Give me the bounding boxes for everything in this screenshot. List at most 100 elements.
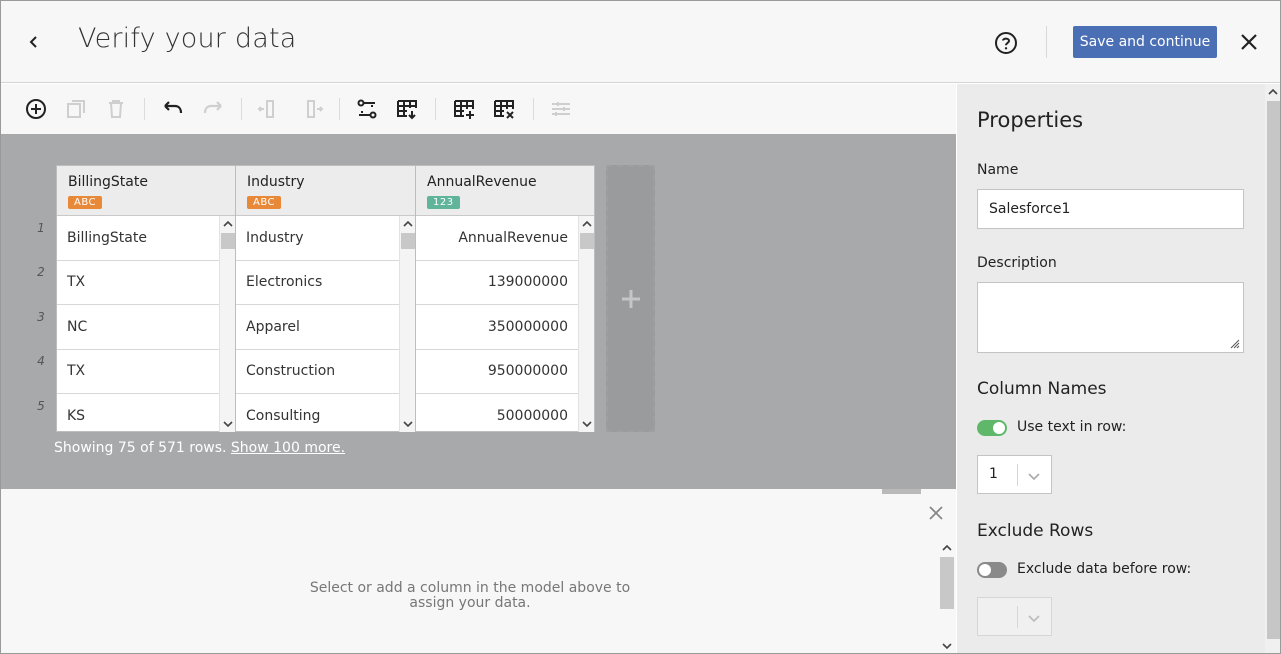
type-badge: ABC <box>247 196 282 209</box>
chevron-down-icon <box>1028 473 1040 481</box>
save-and-continue-button[interactable]: Save and continue <box>1073 26 1217 58</box>
column-name: AnnualRevenue <box>427 174 537 190</box>
move-column-left-button[interactable] <box>256 97 280 121</box>
toolbar-separator <box>241 98 242 120</box>
show-more-link[interactable]: Show 100 more. <box>231 440 345 456</box>
table-cell: Consulting <box>246 408 321 425</box>
row-number: 2 <box>37 265 45 279</box>
toggle-knob <box>993 422 1005 434</box>
name-input[interactable] <box>977 189 1244 229</box>
table-cell: KS <box>67 408 86 425</box>
row-number: 4 <box>37 354 45 368</box>
column-name: Industry <box>247 174 305 190</box>
chevron-left-icon <box>29 36 37 48</box>
table-cell: 950000000 <box>416 350 594 394</box>
exclude-row-select[interactable] <box>977 597 1052 636</box>
chevron-up-icon <box>1268 88 1278 95</box>
table-cell: NC <box>57 305 235 350</box>
header-row-select[interactable]: 1 <box>977 455 1052 494</box>
close-icon <box>929 506 943 520</box>
column-scrollbar[interactable] <box>578 216 594 432</box>
duplicate-button[interactable] <box>64 97 88 121</box>
chevron-down-icon <box>223 421 233 428</box>
column-name: BillingState <box>68 174 148 190</box>
close-panel-button[interactable] <box>924 501 948 525</box>
table-cell: AnnualRevenue <box>416 216 594 261</box>
scroll-thumb[interactable] <box>1267 101 1280 639</box>
table-cell: 139000000 <box>416 261 594 305</box>
data-preview-area: 1 2 3 4 5 BillingState ABC BillingState … <box>1 134 956 489</box>
app-window: Verify your data Save and continue 1 2 3… <box>0 0 1281 654</box>
description-textarea[interactable] <box>977 282 1244 353</box>
select-divider <box>1017 464 1018 486</box>
column-scrollbar[interactable] <box>219 216 235 432</box>
scroll-thumb[interactable] <box>401 233 415 249</box>
scroll-thumb[interactable] <box>580 233 594 249</box>
move-column-right-button[interactable] <box>301 97 325 121</box>
column-names-title: Column Names <box>977 379 1107 399</box>
back-button[interactable] <box>21 29 47 55</box>
exclude-rows-toggle[interactable] <box>977 562 1007 578</box>
redo-button[interactable] <box>201 97 225 121</box>
page-title: Verify your data <box>78 23 297 54</box>
row-number: 3 <box>37 310 45 324</box>
page-scrollbar[interactable] <box>1265 84 1280 653</box>
add-button[interactable] <box>24 97 48 121</box>
exclude-rows-label: Exclude data before row: <box>1017 561 1192 577</box>
chevron-down-icon <box>942 643 952 650</box>
table-cell: Electronics <box>236 261 415 305</box>
column-billingstate[interactable]: BillingState ABC BillingState TX NC TX K… <box>56 165 236 432</box>
column-industry[interactable]: Industry ABC Industry Electronics Appare… <box>235 165 416 432</box>
filters-button[interactable] <box>549 97 573 121</box>
panel-resize-handle[interactable] <box>882 489 921 494</box>
add-table-button[interactable] <box>452 97 476 121</box>
relationship-icon <box>357 99 377 119</box>
table-settings-button[interactable] <box>395 97 419 121</box>
properties-title: Properties <box>977 108 1084 132</box>
column-header[interactable]: AnnualRevenue 123 <box>416 166 594 216</box>
undo-button[interactable] <box>161 97 185 121</box>
description-label: Description <box>977 255 1057 271</box>
showing-text: Showing 75 of 571 rows. <box>54 440 227 456</box>
table-cell: TX <box>57 261 235 305</box>
chevron-up-icon <box>942 544 952 551</box>
select-divider <box>1017 606 1018 628</box>
table-cell: TX <box>57 350 235 394</box>
chevron-down-icon <box>1028 615 1040 623</box>
close-icon <box>1241 34 1257 50</box>
page-header: Verify your data Save and continue <box>1 1 1280 83</box>
toolbar <box>1 84 956 134</box>
empty-state-message: Select or add a column in the model abov… <box>309 580 631 611</box>
toolbar-separator <box>435 98 436 120</box>
column-mapping-panel: Select or add a column in the model abov… <box>1 489 956 653</box>
properties-panel: Properties Name Description Column Names… <box>957 84 1265 653</box>
delete-icon <box>109 100 123 118</box>
header-divider <box>1046 26 1047 58</box>
scroll-thumb[interactable] <box>940 557 954 609</box>
duplicate-icon <box>67 100 85 118</box>
column-annualrevenue[interactable]: AnnualRevenue 123 AnnualRevenue 13900000… <box>415 165 595 432</box>
remove-table-icon <box>494 100 514 119</box>
delete-button[interactable] <box>104 97 128 121</box>
chevron-up-icon <box>223 220 233 227</box>
panel-scrollbar[interactable] <box>939 541 955 653</box>
scroll-thumb[interactable] <box>221 233 235 249</box>
help-button[interactable] <box>993 30 1019 56</box>
row-count-text: Showing 75 of 571 rows. Show 100 more. <box>54 440 345 456</box>
type-badge: 123 <box>427 196 460 209</box>
column-scrollbar[interactable] <box>399 216 415 432</box>
remove-table-button[interactable] <box>492 97 516 121</box>
select-value: 1 <box>989 466 998 482</box>
table-cell: 50000000 <box>496 408 568 425</box>
table-settings-icon <box>397 100 417 120</box>
add-column-button[interactable] <box>606 165 655 432</box>
relationship-button[interactable] <box>355 97 379 121</box>
chevron-down-icon <box>403 421 413 428</box>
exclude-rows-title: Exclude Rows <box>977 521 1094 541</box>
use-text-toggle[interactable] <box>977 420 1007 436</box>
close-button[interactable] <box>1237 30 1261 54</box>
column-header[interactable]: Industry ABC <box>236 166 415 216</box>
toolbar-separator <box>144 98 145 120</box>
help-circle-icon <box>995 32 1017 54</box>
column-header[interactable]: BillingState ABC <box>57 166 235 216</box>
